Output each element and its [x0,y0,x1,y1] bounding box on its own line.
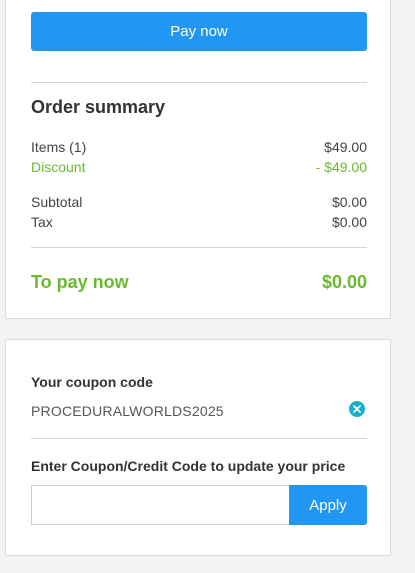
pay-now-button[interactable]: Pay now [31,12,367,51]
divider [31,247,367,248]
to-pay-row: To pay now $0.00 [31,272,367,293]
coupon-code-input[interactable] [31,485,289,525]
order-summary-title: Order summary [31,97,166,117]
close-circle-icon[interactable] [349,401,365,417]
divider [31,438,367,439]
items-row: Items (1) $49.00 [31,139,367,155]
items-value: $49.00 [324,139,367,155]
order-summary-card: Pay now Order summary Items (1) $49.00 D… [5,0,391,319]
tax-label: Tax [31,214,53,230]
divider [31,82,367,83]
subtotal-label: Subtotal [31,194,83,210]
applied-coupon-code: PROCEDURALWORLDS2025 [31,403,224,419]
apply-button[interactable]: Apply [289,485,367,525]
discount-label: Discount [31,159,86,175]
coupon-card: Your coupon code PROCEDURALWORLDS2025 En… [5,339,391,556]
subtotal-value: $0.00 [331,194,367,210]
coupon-label: Your coupon code [31,374,153,390]
coupon-entry-label: Enter Coupon/Credit Code to update your … [31,458,346,474]
tax-row: Tax $0.00 [31,214,367,230]
discount-value: - $49.00 [315,159,367,175]
items-label: Items (1) [31,139,87,155]
subtotal-row: Subtotal $0.00 [31,194,367,210]
to-pay-label: To pay now [31,272,129,292]
discount-row: Discount - $49.00 [31,159,367,175]
to-pay-value: $0.00 [321,272,367,292]
tax-value: $0.00 [331,214,367,230]
